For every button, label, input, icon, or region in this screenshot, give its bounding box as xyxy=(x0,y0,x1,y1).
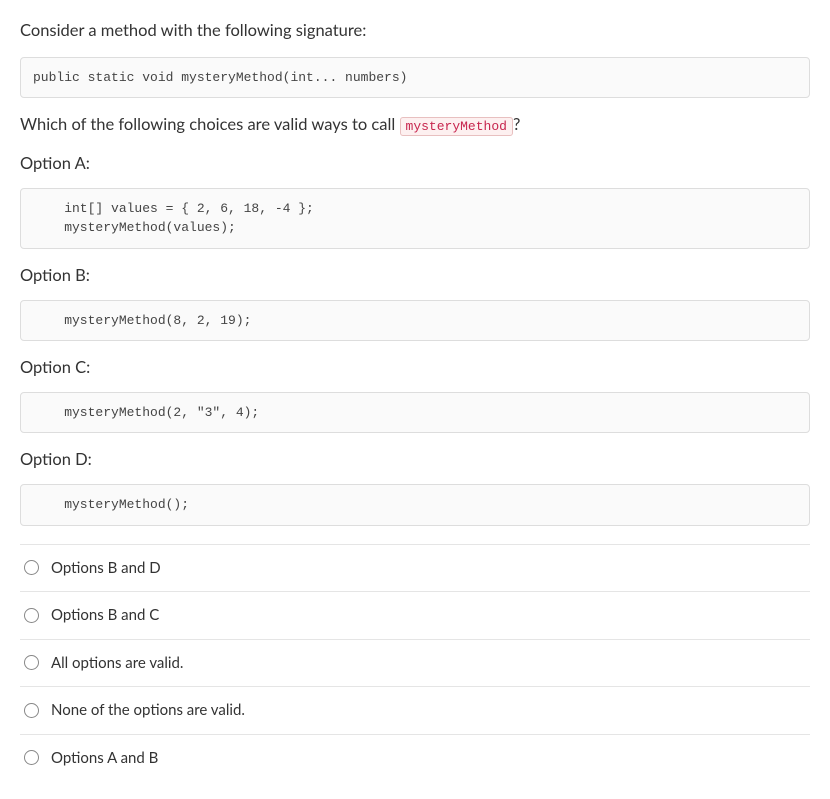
answer-text: Options B and C xyxy=(51,604,159,627)
option-d-code: mysteryMethod(); xyxy=(20,484,810,526)
option-c-label: Option C: xyxy=(20,355,810,380)
inline-code-method: mysteryMethod xyxy=(400,117,513,136)
answer-text: All options are valid. xyxy=(51,652,183,675)
answer-list: Options B and D Options B and C All opti… xyxy=(20,544,810,782)
radio-icon xyxy=(24,608,39,623)
answer-choice[interactable]: Options B and C xyxy=(20,591,810,639)
option-c-code: mysteryMethod(2, "3", 4); xyxy=(20,392,810,434)
answer-choice[interactable]: Options B and D xyxy=(20,544,810,592)
answer-choice[interactable]: All options are valid. xyxy=(20,639,810,687)
radio-icon xyxy=(24,703,39,718)
question-prompt: Which of the following choices are valid… xyxy=(20,112,810,137)
option-a-code: int[] values = { 2, 6, 18, -4 }; mystery… xyxy=(20,188,810,249)
question-prefix: Which of the following choices are valid… xyxy=(20,114,400,134)
radio-icon xyxy=(24,655,39,670)
question-intro: Consider a method with the following sig… xyxy=(20,18,810,43)
option-b-code: mysteryMethod(8, 2, 19); xyxy=(20,300,810,342)
answer-text: Options B and D xyxy=(51,557,161,580)
question-suffix: ? xyxy=(513,114,520,134)
answer-text: Options A and B xyxy=(51,747,158,770)
radio-icon xyxy=(24,750,39,765)
answer-text: None of the options are valid. xyxy=(51,699,245,722)
answer-choice[interactable]: None of the options are valid. xyxy=(20,686,810,734)
answer-choice[interactable]: Options A and B xyxy=(20,734,810,782)
option-d-label: Option D: xyxy=(20,447,810,472)
option-a-label: Option A: xyxy=(20,151,810,176)
signature-code: public static void mysteryMethod(int... … xyxy=(20,57,810,99)
option-b-label: Option B: xyxy=(20,263,810,288)
radio-icon xyxy=(24,560,39,575)
